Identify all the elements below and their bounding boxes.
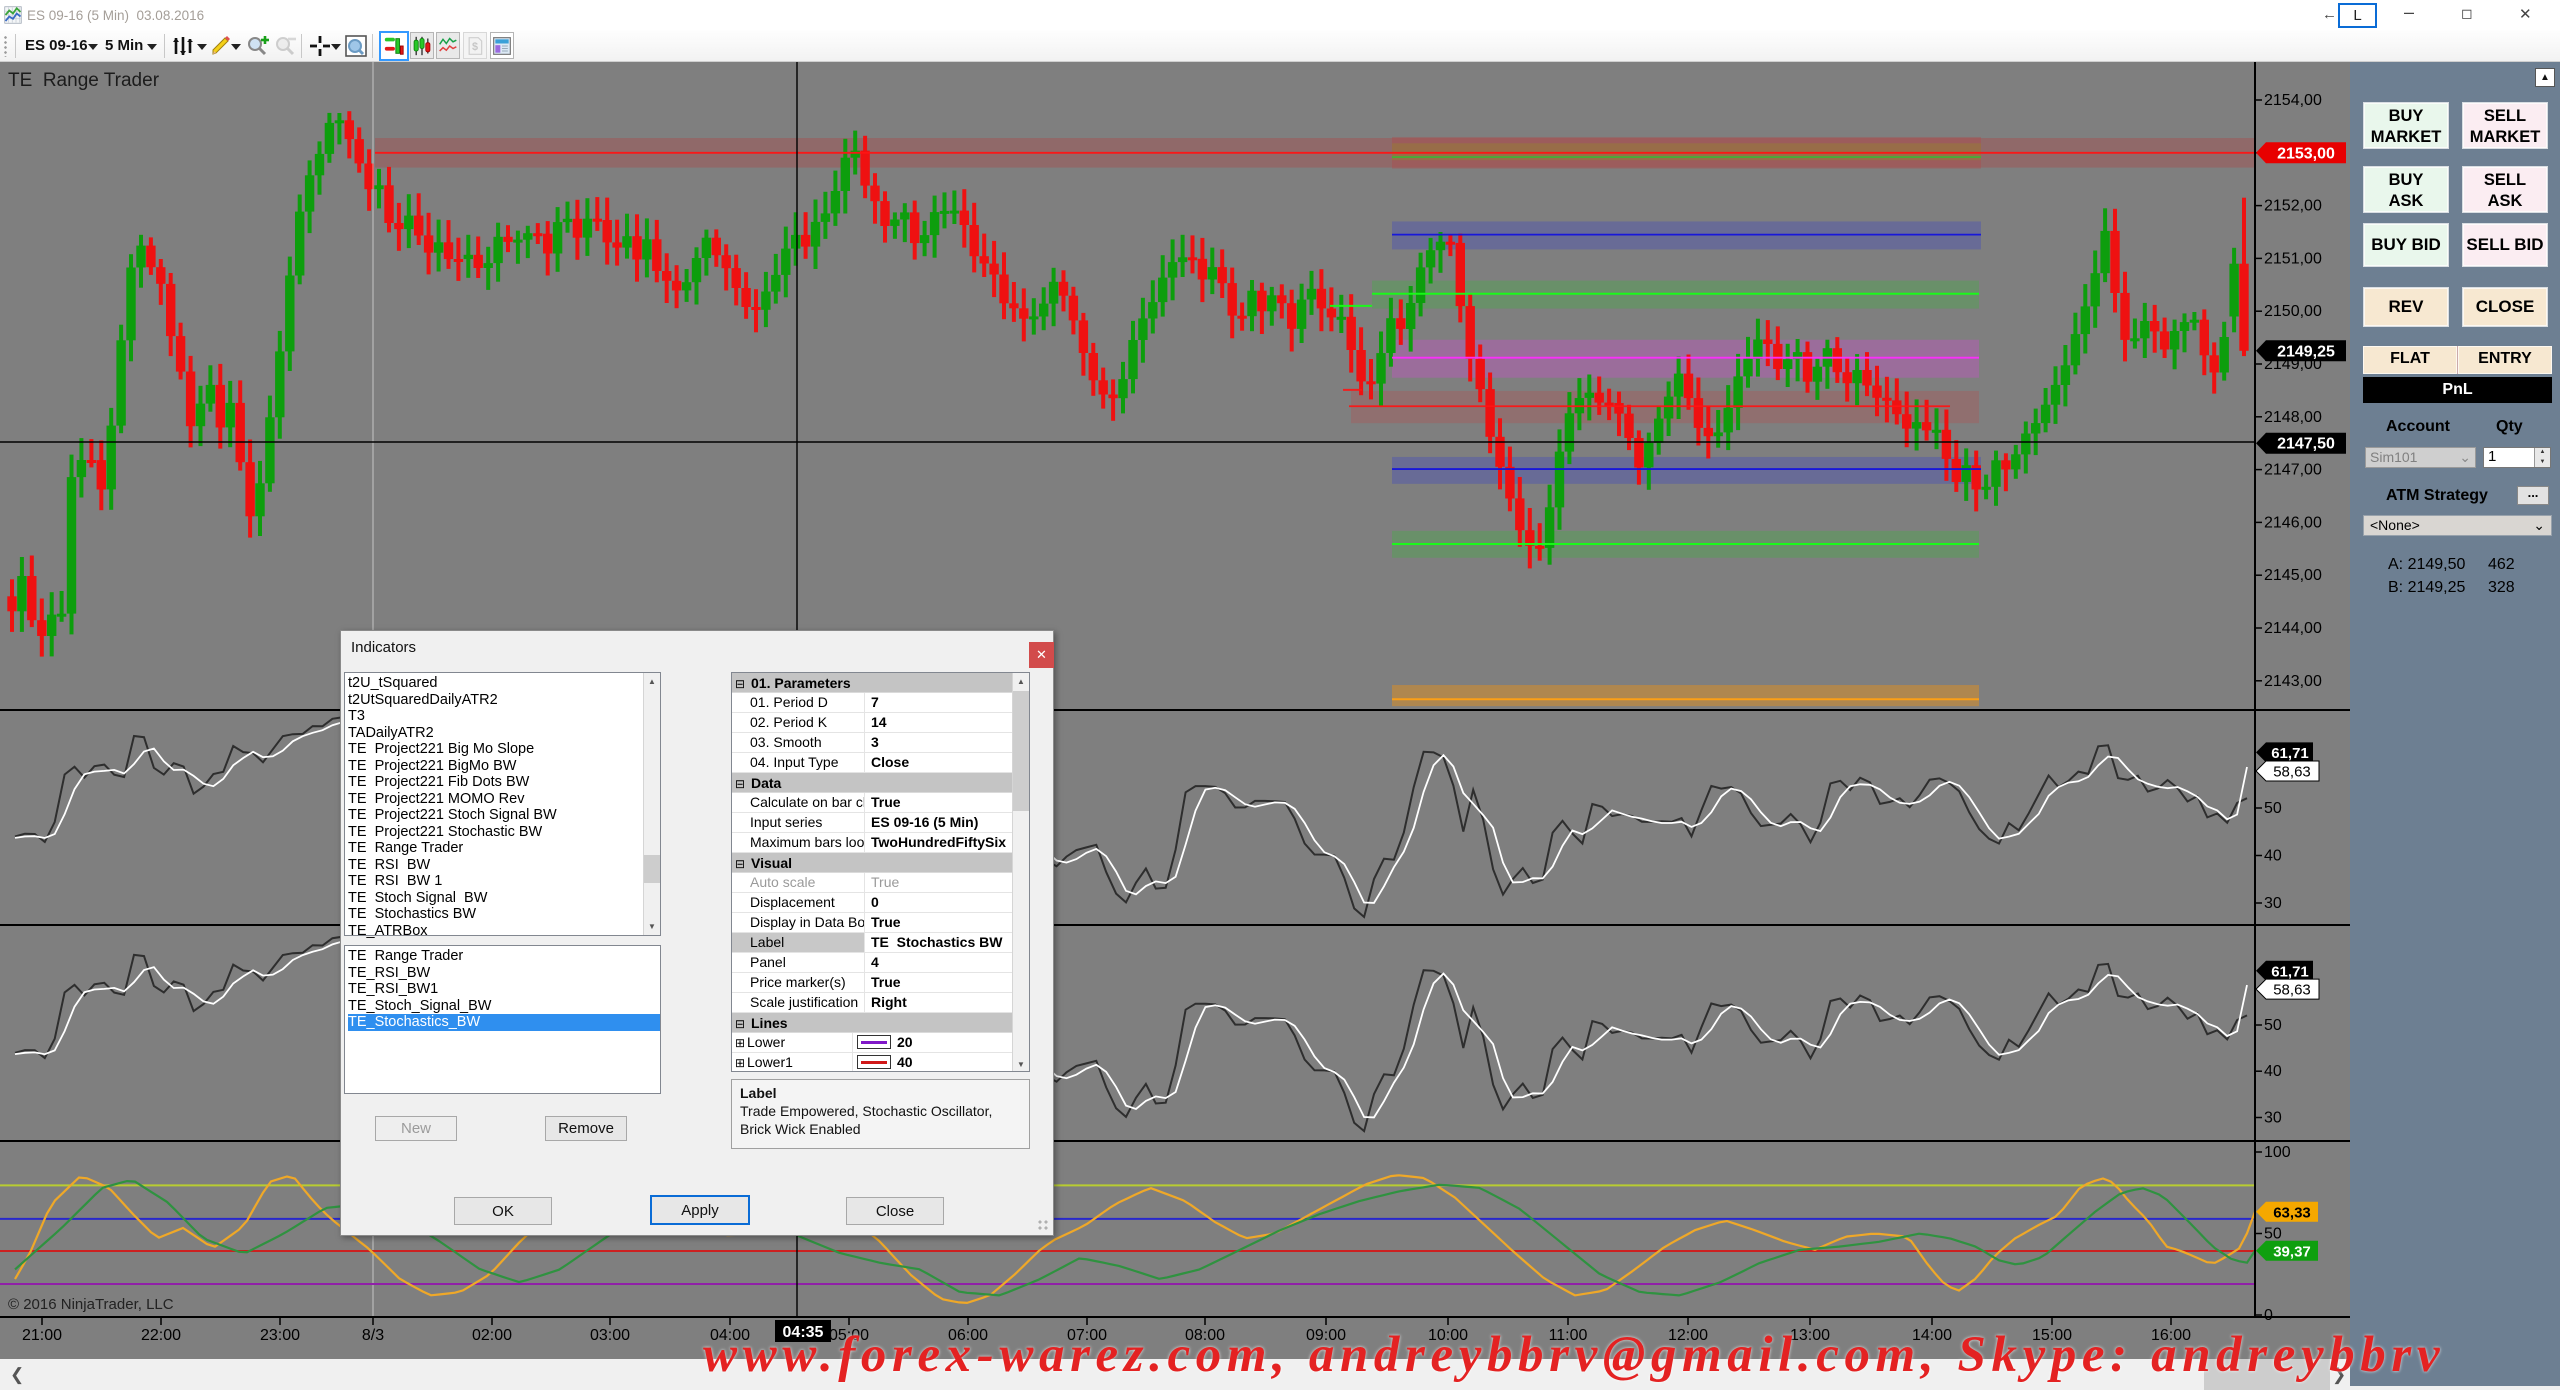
svg-text:2147,50: 2147,50 (2277, 436, 2335, 453)
svg-text:2143,00: 2143,00 (2264, 673, 2322, 690)
svg-text:2146,00: 2146,00 (2264, 514, 2322, 531)
svg-text:$: $ (472, 41, 478, 53)
svg-text:TE Range Trader: TE Range Trader (8, 70, 160, 91)
svg-text:39,37: 39,37 (2273, 1243, 2311, 1260)
svg-text:2144,00: 2144,00 (2264, 620, 2322, 637)
svg-text:50: 50 (2264, 800, 2282, 817)
svg-text:2151,00: 2151,00 (2264, 250, 2322, 267)
svg-text:2154,00: 2154,00 (2264, 92, 2322, 109)
svg-text:58,63: 58,63 (2273, 764, 2311, 781)
svg-text:40: 40 (2264, 1063, 2282, 1080)
svg-text:2145,00: 2145,00 (2264, 567, 2322, 584)
svg-text:40: 40 (2264, 848, 2282, 865)
svg-text:30: 30 (2264, 895, 2282, 912)
svg-text:50: 50 (2264, 1017, 2282, 1034)
svg-text:2152,00: 2152,00 (2264, 198, 2322, 215)
svg-text:2150,00: 2150,00 (2264, 303, 2322, 320)
svg-text:8/3: 8/3 (362, 1327, 384, 1344)
svg-text:02:00: 02:00 (472, 1327, 512, 1344)
svg-text:03:00: 03:00 (590, 1327, 630, 1344)
svg-text:21:00: 21:00 (22, 1327, 62, 1344)
svg-text:100: 100 (2264, 1144, 2291, 1161)
svg-text:61,71: 61,71 (2271, 963, 2309, 980)
svg-text:2149,25: 2149,25 (2277, 343, 2335, 360)
svg-text:2153,00: 2153,00 (2277, 145, 2335, 162)
svg-text:61,71: 61,71 (2271, 745, 2309, 762)
svg-text:0: 0 (2264, 1307, 2273, 1324)
svg-text:© 2016 NinjaTrader, LLC: © 2016 NinjaTrader, LLC (8, 1296, 174, 1313)
svg-text:2147,00: 2147,00 (2264, 462, 2322, 479)
svg-text:23:00: 23:00 (260, 1327, 300, 1344)
svg-text:63,33: 63,33 (2273, 1204, 2311, 1221)
svg-text:58,63: 58,63 (2273, 982, 2311, 999)
svg-text:30: 30 (2264, 1110, 2282, 1127)
svg-text:2148,00: 2148,00 (2264, 409, 2322, 426)
svg-text:50: 50 (2264, 1226, 2282, 1243)
svg-text:22:00: 22:00 (141, 1327, 181, 1344)
